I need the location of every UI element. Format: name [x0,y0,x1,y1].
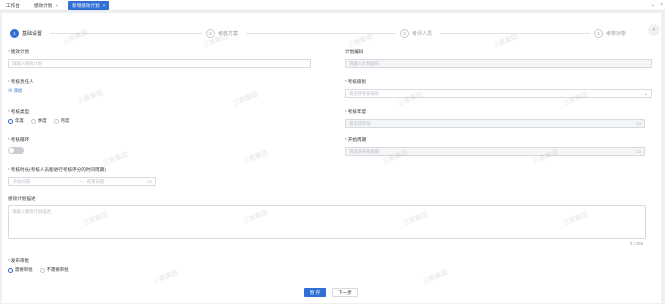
radio-dot [39,267,45,273]
required-mark: * [345,79,347,84]
close-all-icon[interactable]: × [660,1,663,10]
type-radio-group: 年度 季度 月度 [8,118,76,124]
select-placeholder: 请选择考核级别 [349,91,380,96]
tab-label: 绩效计划 [34,3,53,8]
code-input[interactable]: 请输入计划编码 [345,59,652,68]
tab-performance-plan[interactable]: 绩效计划 × [30,1,62,10]
label-text: 考核年度 [347,109,367,114]
chevron-down-icon[interactable]: ⌄ [651,1,655,10]
watermark: 三鼎集团 [242,149,269,166]
level-label: *考核级别 [345,79,366,85]
tab-new-performance-plan[interactable]: 新增绩效计划 × [68,1,110,10]
step-label: 考评人员 [412,30,433,37]
label-text: 考核循环 [10,137,30,142]
time-label: *考核时长(考核人员能进行考核评分的时间周期) [8,167,106,173]
desc-label: 绩效计划描述 [8,196,36,201]
char-counter: 0 / 255 [630,241,644,246]
year-picker[interactable]: 请选择年份 ▭ [345,119,645,128]
code-label: 计划编码 [345,49,364,54]
required-mark: * [8,109,10,114]
radio-label: 需要审批 [15,267,33,272]
range-start: 开始日期 [13,179,31,184]
close-icon[interactable]: × [55,3,58,8]
type-radio-quarter[interactable]: 季度 [30,118,47,124]
radio-dot [30,118,36,124]
steps-bar: 1 基础设置 2 考核方案 3 考评人员 4 考核对象 [10,27,650,39]
owner-label: *考核责任人 [8,79,34,85]
radio-dot [8,118,13,124]
required-mark: * [8,49,10,54]
step-connector [246,33,396,34]
required-mark: * [345,109,347,114]
radio-label: 季度 [37,118,47,123]
time-range-picker[interactable]: 开始日期 — 结束日期 ▭ [8,177,156,186]
close-icon[interactable]: × [103,3,106,8]
add-owner-button[interactable]: ⊕ 添加 [8,88,22,94]
calendar-icon: ▭ [147,179,152,185]
radio-dot [53,118,59,124]
required-mark: * [8,79,10,84]
watermark: 三鼎集团 [152,269,179,286]
range-separator: — [79,179,84,184]
type-radio-month[interactable]: 月度 [53,118,70,124]
tab-workbench[interactable]: 工作台 [2,1,24,10]
radio-label: 月度 [60,118,70,123]
required-mark: * [8,137,10,142]
radio-label: 年度 [15,118,24,123]
required-mark: * [8,258,10,263]
radio-label: 不需要审批 [46,267,69,272]
label-text: 考核时长(考核人员能进行考核评分的时间周期) [10,167,106,172]
step-evaluators[interactable]: 3 考评人员 [400,27,432,39]
tab-label: 工作台 [6,3,20,8]
watermark: 三鼎集团 [422,269,449,286]
label-text: 发布审批 [10,258,30,263]
label-text: 绩效计划 [10,49,30,54]
required-mark: * [8,167,10,172]
watermark: 三鼎集团 [77,89,104,106]
label-text: 考核类型 [10,109,30,114]
type-label: *考核类型 [8,109,29,115]
step-number: 3 [400,28,409,38]
plan-input[interactable]: 请输入绩效计划 [8,59,311,68]
radio-dot [8,267,13,273]
chevron-down-icon: ⌄ [643,91,648,97]
publish-label: *发布审批 [8,258,29,264]
step-number: 1 [10,28,19,38]
cycle-toggle[interactable] [8,147,24,154]
start-label: *开始周期 [345,137,366,143]
type-radio-year[interactable]: 年度 [8,118,24,124]
form-panel: 1 基础设置 2 考核方案 3 考评人员 4 考核对象 ‹ *绩效计划 请输入绩… [2,13,661,303]
year-label: *考核年度 [345,109,366,115]
publish-radio-no-need[interactable]: 不需要审批 [39,267,69,273]
publish-radio-need[interactable]: 需要审批 [8,267,33,273]
step-basic-settings[interactable]: 1 基础设置 [10,27,42,39]
picker-placeholder: 请选择年份 [349,121,371,126]
toggle-knob [9,148,14,153]
watermark: 三鼎集团 [102,151,129,168]
label-text: 开始周期 [347,137,367,142]
step-number: 4 [594,28,603,38]
calendar-icon: ▭ [636,121,641,127]
level-select[interactable]: 请选择考核级别 ⌄ [345,89,652,98]
next-button[interactable]: 下一步 [332,288,358,297]
step-label: 基础设置 [22,30,43,37]
tab-label: 新增绩效计划 [72,3,100,8]
range-end: 结束日期 [87,179,105,184]
save-button[interactable]: 暂 存 [304,288,326,297]
picker-placeholder: 请选择开始周期 [349,149,380,154]
required-mark: * [345,137,347,142]
label-text: 考核责任人 [10,79,34,84]
label-text: 考核级别 [347,79,367,84]
publish-radio-group: 需要审批 不需要审批 [8,267,76,273]
collapse-icon[interactable]: ‹ [648,24,660,36]
calendar-icon: ▭ [636,149,641,155]
tab-bar: 工作台 绩效计划 × 新增绩效计划 × ⌄ × [0,0,665,11]
watermark: 三鼎集团 [232,91,259,108]
cycle-label: *考核循环 [8,137,29,143]
step-label: 考核对象 [606,30,627,37]
plan-label: *绩效计划 [8,49,29,55]
step-assessment-targets[interactable]: 4 考核对象 [594,27,626,39]
